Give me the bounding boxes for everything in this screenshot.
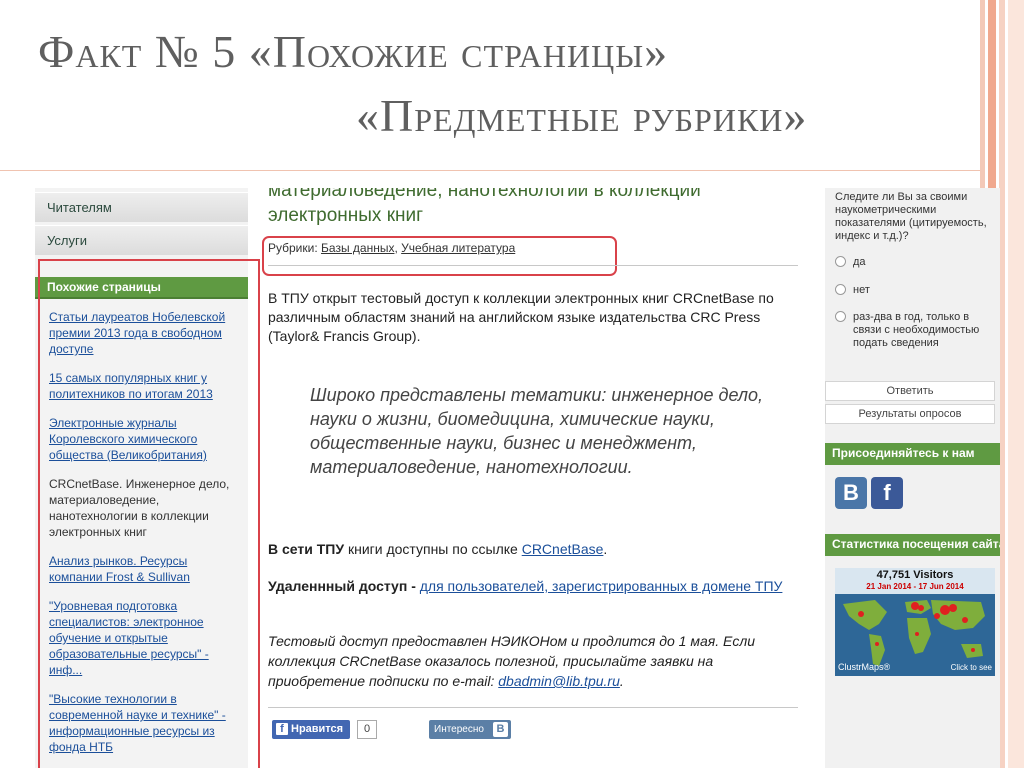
like-count: 0 [357,720,377,739]
right-sidebar: Следите ли Вы за своими наукометрическим… [825,188,1000,768]
radio-button[interactable] [835,256,846,267]
poll-option[interactable]: да [835,256,1000,269]
slide-stripe [1008,0,1024,768]
website-screenshot: Читателям Услуги Похожие страницы Статьи… [35,188,1000,768]
join-us-heading: Присоединяйтесь к нам [825,443,1000,465]
vk-icon[interactable]: B [835,477,867,509]
divider [268,707,798,708]
facebook-like-label: Нравится [291,723,344,735]
radio-button[interactable] [835,311,846,322]
map-header: 47,751 Visitors 21 Jan 2014 - 17 Jun 201… [835,568,995,594]
title-divider [0,170,980,171]
clustrmaps-widget[interactable]: 47,751 Visitors 21 Jan 2014 - 17 Jun 201… [835,568,995,676]
facebook-like-button[interactable]: f Нравится [272,720,350,739]
poll-results-button[interactable]: Результаты опросов [825,404,995,424]
network-access-text: книги доступны по ссылке [347,541,518,557]
poll-question: Следите ли Вы за своими наукометрическим… [835,191,987,242]
vk-icon: B [493,722,508,737]
remote-access-paragraph: Удаленнный доступ - для пользователей, з… [268,577,798,596]
network-access-paragraph: В сети ТПУ книги доступны по ссылке CRCn… [268,541,607,557]
slide-title-line-2: «Предметные рубрики» [356,90,808,141]
slide-title: Факт № 5 «Похожие страницы» «Предметные … [38,20,968,170]
poll-answer-button[interactable]: Ответить [825,381,995,401]
poll-option[interactable]: раз-два в год, только в связи с необходи… [835,311,1000,350]
facebook-icon[interactable]: f [871,477,903,509]
topics-quote: Широко представлены тематики: инженерное… [310,385,764,477]
vk-like-label: Интересно [434,724,484,735]
network-access-label: В сети ТПУ [268,541,345,557]
click-to-see-label: Click to see [950,663,992,672]
poll-option-label: раз-два в год, только в связи с необходи… [853,311,980,349]
vk-like-button[interactable]: Интересно B [429,720,511,739]
menu-item-readers[interactable]: Читателям [35,192,248,222]
remote-access-link[interactable]: для пользователей, зарегистрированных в … [420,578,783,594]
trial-access-paragraph: Тестовый доступ предоставлен НЭИКОНом и … [268,631,803,691]
trial-access-period: . [619,673,624,689]
poll-option[interactable]: нет [835,284,1000,297]
remote-access-label: Удаленнный доступ - [268,578,416,594]
crcnetbase-link[interactable]: CRCnetBase [522,541,604,557]
menu-item-services[interactable]: Услуги [35,225,248,255]
facebook-icon: f [276,723,288,735]
visitor-count: 47,751 Visitors [876,569,954,581]
page-title: материаловедение, нанотехнологии в колле… [268,188,701,226]
slide-title-line-1: Факт № 5 «Похожие страницы» [38,26,669,77]
divider [268,265,798,266]
highlight-frame-similar-pages [38,259,260,768]
date-range: 21 Jan 2014 - 17 Jun 2014 [866,582,964,591]
main-content: материаловедение, нанотехнологии в колле… [262,188,803,768]
clustrmaps-logo: ClustrMaps® [838,662,891,672]
poll-option-label: да [853,256,866,268]
poll-option-label: нет [853,284,870,296]
radio-button[interactable] [835,284,846,295]
visit-stats-heading: Статистика посещения сайта [825,534,1000,556]
email-link[interactable]: dbadmin@lib.tpu.ru [498,673,620,689]
network-access-period: . [603,541,608,557]
intro-paragraph: В ТПУ открыт тестовый доступ к коллекции… [268,290,774,344]
highlight-frame-rubrics [262,236,617,276]
